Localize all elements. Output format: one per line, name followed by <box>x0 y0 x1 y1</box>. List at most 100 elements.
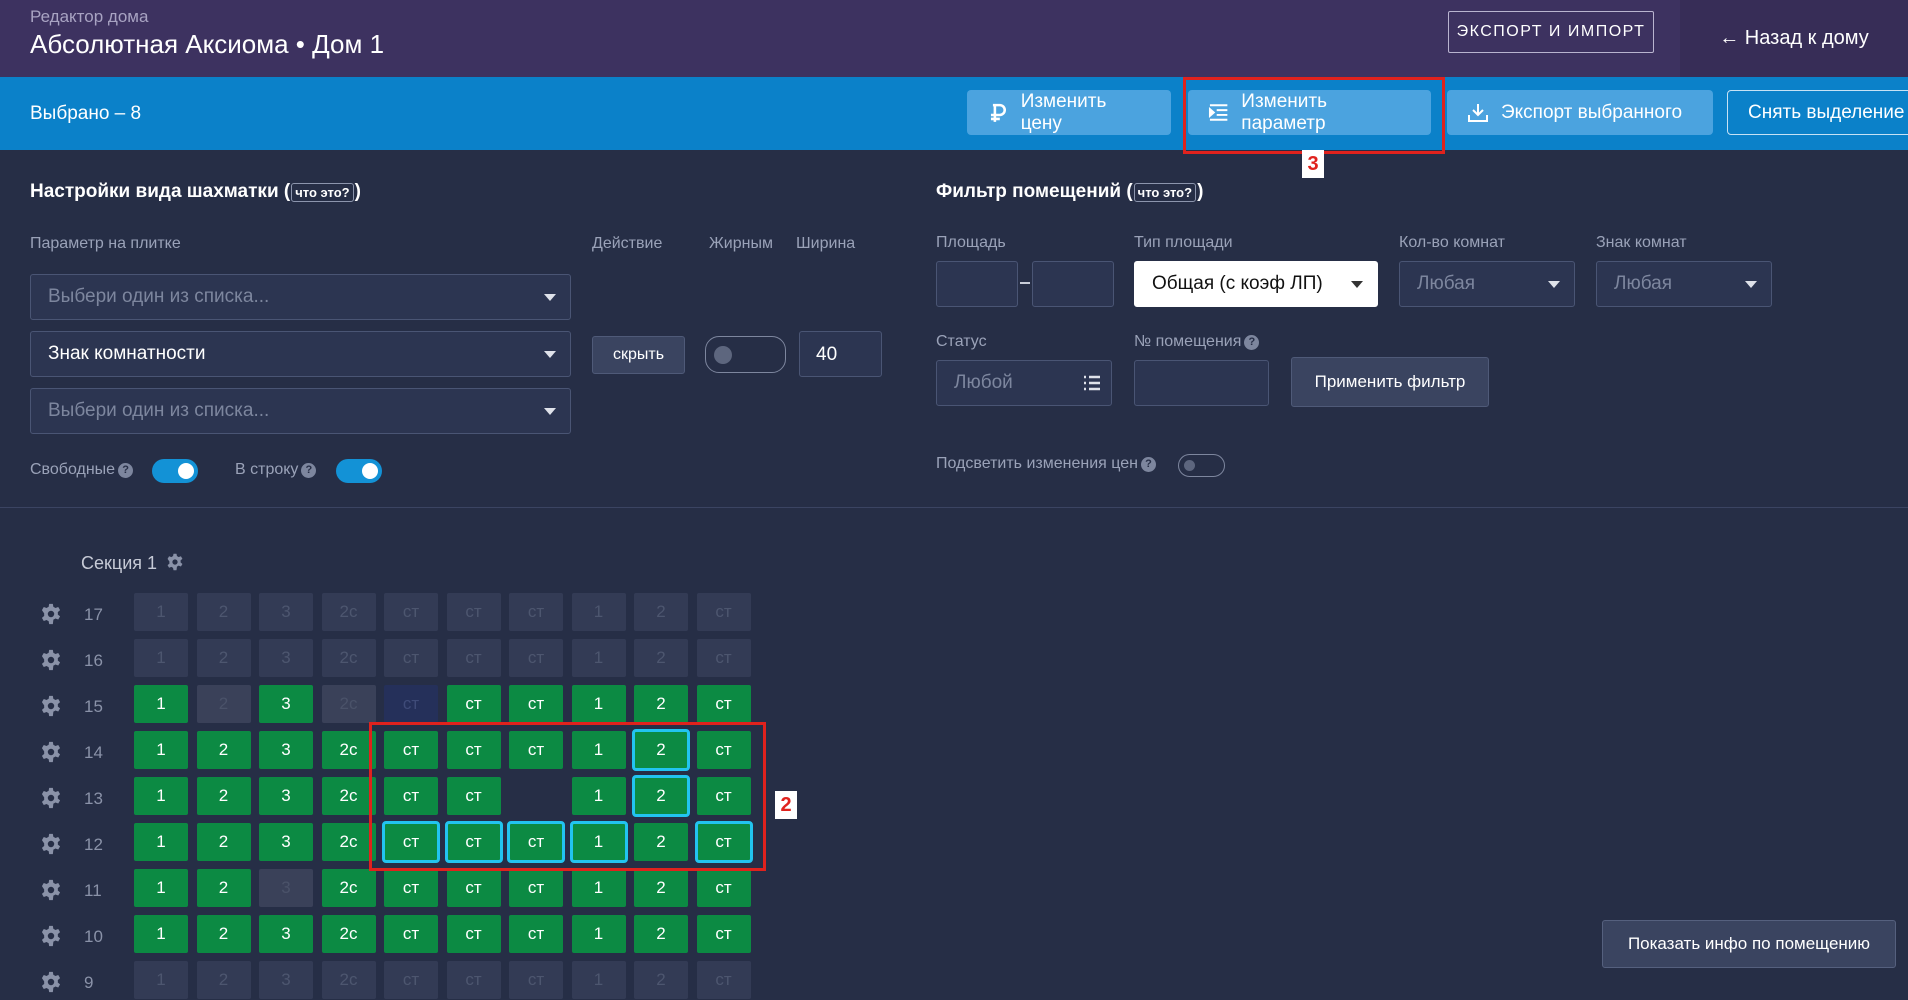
apartment-cell[interactable]: ст <box>384 915 438 953</box>
apartment-cell[interactable]: 1 <box>571 869 626 907</box>
gear-icon[interactable] <box>40 603 62 625</box>
change-price-button[interactable]: Изменить цену <box>967 90 1171 135</box>
apartment-cell[interactable]: ст <box>509 961 563 999</box>
apartment-cell[interactable]: 2 <box>196 961 251 999</box>
help-icon[interactable]: ? <box>301 463 317 478</box>
free-toggle[interactable] <box>152 459 198 483</box>
apartment-cell[interactable]: ст <box>509 869 563 907</box>
show-room-info-button[interactable]: Показать инфо по помещению <box>1602 920 1896 968</box>
apartment-cell[interactable]: ст <box>384 639 438 677</box>
gear-icon[interactable] <box>40 971 62 993</box>
apartment-cell[interactable]: 2с <box>321 777 376 815</box>
apartment-cell[interactable]: ст <box>384 961 438 999</box>
rooms-sign-select[interactable]: Любая <box>1596 261 1772 307</box>
highlight-changes-toggle[interactable] <box>1178 454 1225 477</box>
clear-selection-button[interactable]: Снять выделение <box>1727 90 1908 135</box>
apartment-cell[interactable]: 2с <box>321 593 376 631</box>
apartment-cell[interactable]: 2 <box>196 869 251 907</box>
apartment-cell[interactable]: 3 <box>259 823 313 861</box>
apartment-cell[interactable]: ст <box>446 639 501 677</box>
apartment-cell[interactable]: 1 <box>134 593 188 631</box>
apartment-cell[interactable]: 2 <box>196 823 251 861</box>
apartment-cell[interactable]: ст <box>509 915 563 953</box>
area-type-select[interactable]: Общая (с коэф ЛП) <box>1134 261 1378 307</box>
apartment-cell[interactable]: 2 <box>196 685 251 723</box>
apartment-cell[interactable]: 1 <box>571 961 626 999</box>
apartment-cell[interactable]: 3 <box>259 685 313 723</box>
export-selected-button[interactable]: Экспорт выбранного <box>1447 90 1713 135</box>
bold-toggle[interactable] <box>705 336 786 373</box>
apartment-cell[interactable]: ст <box>384 685 438 723</box>
apartment-cell[interactable]: 2 <box>634 961 688 999</box>
apartment-cell[interactable]: ст <box>696 915 751 953</box>
apartment-cell[interactable]: 2с <box>321 731 376 769</box>
tile-param-select-3[interactable]: Выбери один из списка... <box>30 388 571 434</box>
apartment-cell[interactable]: 3 <box>259 961 313 999</box>
apartment-cell[interactable]: ст <box>446 961 501 999</box>
help-icon[interactable]: ? <box>1140 457 1156 472</box>
apartment-cell[interactable]: 3 <box>259 639 313 677</box>
gear-icon[interactable] <box>40 741 62 763</box>
help-icon[interactable]: ? <box>1244 335 1260 350</box>
apartment-cell[interactable]: ст <box>696 961 751 999</box>
apartment-cell[interactable]: 3 <box>259 593 313 631</box>
apartment-cell[interactable]: ст <box>446 685 501 723</box>
apartment-cell[interactable]: 3 <box>259 869 313 907</box>
apartment-cell[interactable]: ст <box>696 639 751 677</box>
area-to-input[interactable] <box>1032 261 1114 307</box>
export-import-button[interactable]: ЭКСПОРТ И ИМПОРТ <box>1448 11 1654 53</box>
apartment-cell[interactable]: 3 <box>259 777 313 815</box>
gear-icon[interactable] <box>40 925 62 947</box>
apartment-cell[interactable]: ст <box>509 593 563 631</box>
apartment-cell[interactable]: 2 <box>634 639 688 677</box>
apartment-cell[interactable]: 1 <box>134 823 188 861</box>
gear-icon[interactable] <box>40 833 62 855</box>
apartment-cell[interactable]: 2 <box>196 915 251 953</box>
apartment-cell[interactable]: ст <box>384 593 438 631</box>
gear-icon[interactable] <box>40 879 62 901</box>
apartment-cell[interactable]: 2с <box>321 823 376 861</box>
apartment-cell[interactable]: 1 <box>571 685 626 723</box>
apartment-cell[interactable]: ст <box>696 593 751 631</box>
apartment-cell[interactable]: 1 <box>571 639 626 677</box>
apartment-cell[interactable]: 2 <box>196 777 251 815</box>
apartment-cell[interactable]: ст <box>696 685 751 723</box>
apartment-cell[interactable]: 2с <box>321 639 376 677</box>
apartment-cell[interactable]: 2с <box>321 869 376 907</box>
apartment-cell[interactable]: 1 <box>134 639 188 677</box>
apply-filter-button[interactable]: Применить фильтр <box>1291 357 1489 407</box>
apartment-cell[interactable]: 3 <box>259 915 313 953</box>
apartment-cell[interactable]: 1 <box>134 961 188 999</box>
hide-button[interactable]: скрыть <box>592 336 685 374</box>
rooms-count-select[interactable]: Любая <box>1399 261 1575 307</box>
apartment-cell[interactable]: ст <box>446 869 501 907</box>
width-input[interactable]: 40 <box>799 331 882 377</box>
gear-icon[interactable] <box>166 553 184 571</box>
what-is-it-link[interactable]: что это? <box>1133 183 1197 202</box>
apartment-cell[interactable]: 2 <box>634 685 688 723</box>
apartment-cell[interactable]: 2 <box>634 915 688 953</box>
apartment-cell[interactable]: ст <box>446 915 501 953</box>
room-number-input[interactable] <box>1134 360 1269 406</box>
apartment-cell[interactable]: 2 <box>196 731 251 769</box>
apartment-cell[interactable]: 1 <box>134 869 188 907</box>
gear-icon[interactable] <box>40 787 62 809</box>
tile-param-select-1[interactable]: Выбери один из списка... <box>30 274 571 320</box>
apartment-cell[interactable]: 2 <box>634 869 688 907</box>
apartment-cell[interactable]: 3 <box>259 731 313 769</box>
area-from-input[interactable] <box>936 261 1018 307</box>
gear-icon[interactable] <box>40 695 62 717</box>
apartment-cell[interactable]: 1 <box>134 685 188 723</box>
apartment-cell[interactable]: 2с <box>321 915 376 953</box>
tile-param-select-2[interactable]: Знак комнатности <box>30 331 571 377</box>
apartment-cell[interactable]: ст <box>696 869 751 907</box>
what-is-it-link[interactable]: что это? <box>291 183 354 202</box>
apartment-cell[interactable]: 2с <box>321 685 376 723</box>
apartment-cell[interactable]: ст <box>446 593 501 631</box>
inline-toggle[interactable] <box>336 459 382 483</box>
apartment-cell[interactable]: 1 <box>134 777 188 815</box>
apartment-cell[interactable]: 1 <box>571 593 626 631</box>
apartment-cell[interactable]: ст <box>384 869 438 907</box>
status-select[interactable]: Любой <box>936 360 1112 406</box>
apartment-cell[interactable]: 1 <box>571 915 626 953</box>
